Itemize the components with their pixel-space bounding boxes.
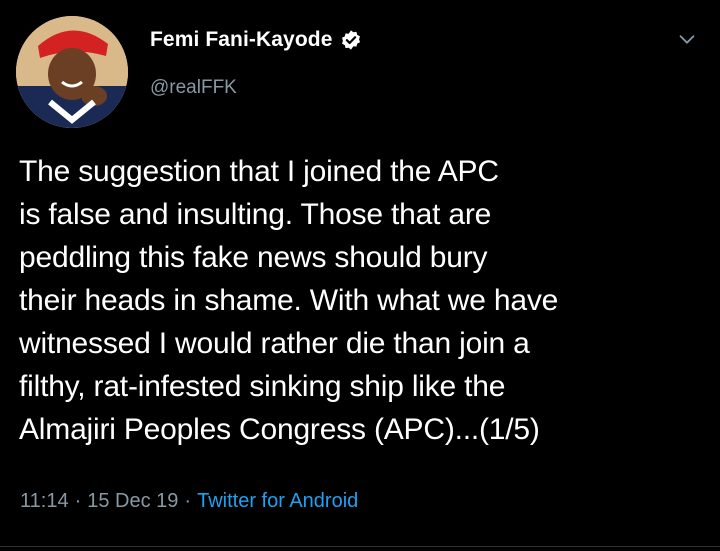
chevron-down-icon[interactable] [676, 28, 698, 50]
display-name[interactable]: Femi Fani-Kayode [150, 28, 332, 52]
verified-badge-icon [340, 29, 362, 51]
user-handle[interactable]: @realFFK [150, 77, 237, 99]
tweet-time[interactable]: 11:14 [20, 490, 69, 513]
tweet-meta: 11:14 · 15 Dec 19 · Twitter for Android [20, 490, 358, 513]
author-row: Femi Fani-Kayode [150, 28, 362, 52]
tweet-text: The suggestion that I joined the APC is … [19, 155, 559, 446]
avatar-image [16, 16, 128, 128]
tweet-date[interactable]: 15 Dec 19 [87, 490, 178, 513]
meta-separator: · [184, 490, 192, 512]
meta-separator: · [74, 490, 82, 512]
avatar[interactable] [16, 16, 128, 128]
tweet-card: Femi Fani-Kayode @realFFK The suggestion… [0, 0, 720, 551]
tweet-source-link[interactable]: Twitter for Android [197, 490, 358, 513]
divider [0, 546, 720, 547]
